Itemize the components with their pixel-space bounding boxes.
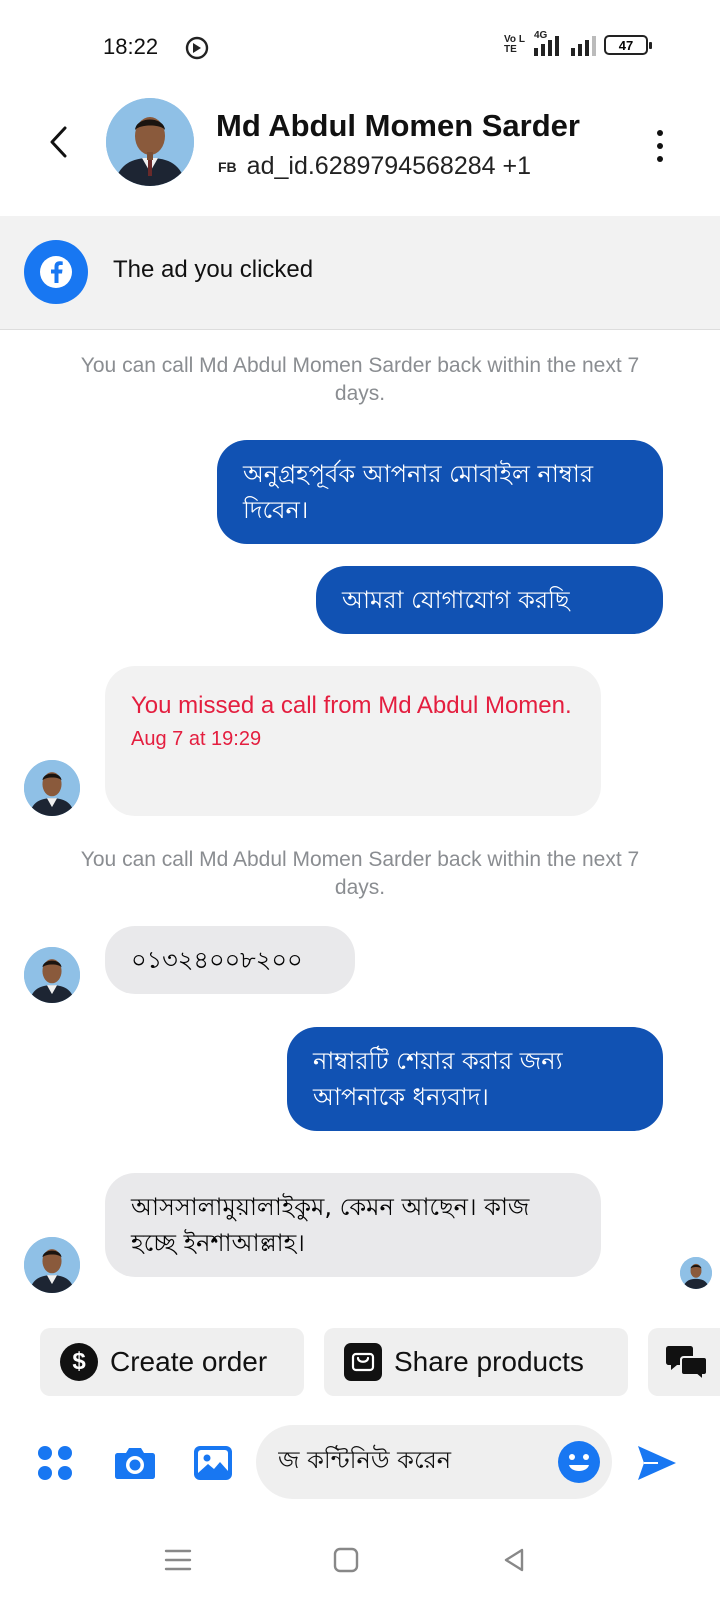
shop-icon <box>344 1343 382 1381</box>
more-dot-icon <box>657 143 663 149</box>
battery-level: 47 <box>618 37 634 53</box>
more-options-button[interactable] <box>648 126 672 166</box>
send-icon[interactable] <box>632 1438 682 1488</box>
missed-call-time: Aug 7 at 19:29 <box>131 728 262 750</box>
dollar-icon: $ <box>60 1343 98 1381</box>
outgoing-message[interactable]: অনুগ্রহপূর্বক আপনার মোবাইল নাম্বার দিবেন… <box>217 440 663 544</box>
callback-note: You can call Md Abdul Momen Sarder back … <box>80 848 640 899</box>
back-button[interactable] <box>38 120 78 164</box>
status-bar: 18:22 Vo LTE 4G 47 <box>0 0 720 90</box>
share-products-button[interactable]: Share products <box>324 1328 628 1396</box>
message-input-text: জ কন্টিনিউ করেন <box>278 1446 452 1474</box>
status-icons: Vo LTE 4G 47 <box>504 30 652 56</box>
chevron-left-icon <box>50 126 67 158</box>
battery-icon: 47 <box>604 35 652 55</box>
message-composer: জ কন্টিনিউ করেন <box>0 1420 720 1510</box>
outgoing-message[interactable]: নাম্বারটি শেয়ার করার জন্য আপনাকে ধন্যবা… <box>287 1027 663 1131</box>
avatar[interactable] <box>24 1237 80 1293</box>
message-input[interactable]: জ কন্টিনিউ করেন <box>256 1425 612 1499</box>
gallery-icon[interactable] <box>188 1438 238 1488</box>
apps-icon[interactable] <box>30 1438 80 1488</box>
conversation-header: Md Abdul Momen Sarder FB ad_id.628979456… <box>0 90 720 214</box>
network-label: 4G <box>534 30 548 41</box>
menu-icon[interactable] <box>158 1540 198 1580</box>
incoming-message[interactable]: আসসালামুয়ালাইকুম, কেমন আছেন। কাজ হচ্ছে … <box>105 1173 601 1277</box>
ad-banner[interactable]: The ad you clicked <box>0 216 720 330</box>
incoming-message[interactable]: ০১৩২৪০০৮২০০ <box>105 926 355 994</box>
share-products-label: Share products <box>394 1346 584 1377</box>
volte-label: Vo LTE <box>504 34 525 55</box>
chat-bubbles-icon <box>666 1342 710 1383</box>
emoji-icon[interactable] <box>558 1441 600 1483</box>
missed-call-card[interactable]: You missed a call from Md Abdul Momen. A… <box>105 666 601 816</box>
ad-banner-label: The ad you clicked <box>113 256 314 283</box>
fb-tag: FB <box>218 158 237 175</box>
system-nav-bar <box>0 1520 720 1600</box>
create-order-button[interactable]: $ Create order <box>40 1328 304 1396</box>
missed-call-title: You missed a call from Md Abdul Momen. <box>131 692 572 719</box>
more-dot-icon <box>657 130 663 136</box>
camera-icon[interactable] <box>110 1438 160 1488</box>
create-order-label: Create order <box>110 1346 268 1377</box>
avatar[interactable] <box>24 760 80 816</box>
back-nav-icon[interactable] <box>494 1540 534 1580</box>
contact-name[interactable]: Md Abdul Momen Sarder <box>216 108 580 144</box>
signal-icon: 4G <box>534 30 596 56</box>
facebook-icon <box>24 240 88 304</box>
contact-subtitle: FB ad_id.6289794568284 +1 <box>218 152 531 181</box>
avatar[interactable] <box>106 98 194 186</box>
seen-indicator-avatar <box>680 1257 712 1289</box>
dnd-icon <box>184 35 210 61</box>
quick-actions-bar: $ Create order Share products <box>40 1328 720 1398</box>
callback-note: You can call Md Abdul Momen Sarder back … <box>80 354 640 405</box>
quick-replies-button[interactable] <box>648 1328 720 1396</box>
avatar[interactable] <box>24 947 80 1003</box>
ad-id-label: ad_id.6289794568284 +1 <box>246 152 531 180</box>
more-dot-icon <box>657 156 663 162</box>
home-icon[interactable] <box>326 1540 366 1580</box>
outgoing-message[interactable]: আমরা যোগাযোগ করছি <box>316 566 663 634</box>
status-time: 18:22 <box>103 34 159 59</box>
